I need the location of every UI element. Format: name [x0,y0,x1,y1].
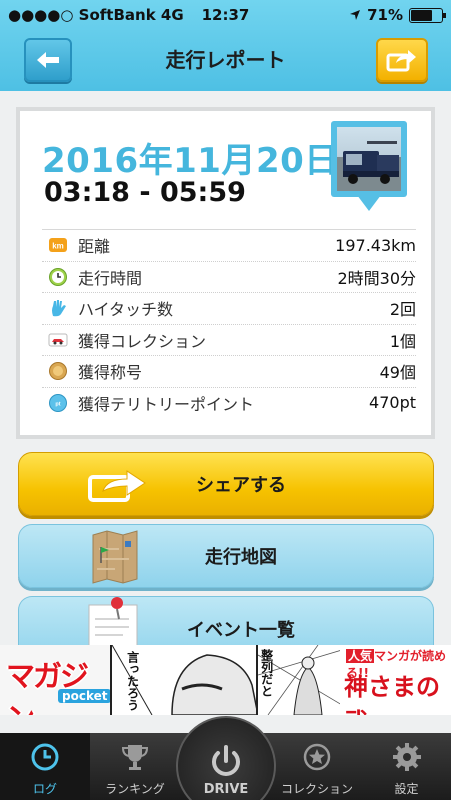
stat-label: 獲得テリトリーポイント [78,394,255,414]
stat-value: 1個 [389,331,416,351]
drive-map-button[interactable]: 走行地図 [18,524,434,588]
tab-settings[interactable]: 設定 [362,733,451,800]
stat-value: 197.43km [335,235,416,255]
ad-title: 神さまの弐 [344,673,440,715]
share-button[interactable]: シェアする [18,452,434,516]
stats-list: km 距離 197.43km 走行時間 2時間30分 ハイタッチ数 2回 獲得コ… [42,229,416,418]
share-button-label: シェアする [196,475,286,496]
nav-header: ●●●●○ SoftBank 4G 12:37 71% 走行レポート [0,0,451,91]
status-bar: ●●●●○ SoftBank 4G 12:37 71% [0,0,451,30]
pin-pointer [357,195,381,211]
share-header-button[interactable] [376,38,428,82]
stat-row-distance: km 距離 197.43km [42,229,416,261]
battery-fill [411,9,432,21]
drive-label: DRIVE [203,782,249,797]
stat-label: ハイタッチ数 [78,300,174,320]
report-time-range: 03:18 - 05:59 [44,177,246,208]
medal-icon [49,362,67,381]
gear-icon [392,743,421,771]
report-date: 2016年11月20日 [42,141,339,181]
star-icon [303,743,331,771]
ad-tag-manga: マンガ [374,649,411,663]
high-five-icon [52,300,66,317]
ad-logo-sub: pocket [58,689,112,703]
svg-text:km: km [52,242,64,251]
manga-speech-1: 言ったろう [125,651,140,711]
tab-settings-label: 設定 [394,782,419,796]
stat-row-high-five: ハイタッチ数 2回 [42,292,416,324]
stat-value: 470pt [369,393,416,413]
battery-icon [409,7,446,23]
kamisama-ad: 人気マンガが読める!! 神さまの弐 [340,645,451,715]
battery-percent: 71% [367,6,403,24]
ad-tag-popular: 人気 [346,649,375,663]
tab-collection-label: コレクション [280,782,353,796]
stat-row-titles: 獲得称号 49個 [42,355,416,387]
car-collection-icon [48,333,68,347]
vehicle-photo-pin[interactable] [331,121,407,219]
manga-panel-2: 整列だと [256,645,340,715]
tab-log-label: ログ [32,782,57,796]
territory-point-icon: pt [49,393,67,412]
photo-frame [331,121,407,197]
svg-text:pt: pt [55,401,60,407]
ad-banner[interactable]: マガジン pocket 言ったろう 整列だと 人気マンガが読める!! 神さまの弐 [0,645,451,715]
tab-ranking-label: ランキング [105,782,165,796]
location-arrow-icon [350,10,361,20]
stat-value: 2時間30分 [337,268,416,288]
tab-collection[interactable]: コレクション [272,733,362,800]
manga-speech-2: 整列だと [259,649,274,697]
vehicle-photo [337,127,401,191]
battery-indicator: 71% [349,6,446,24]
clock-icon [49,267,67,286]
power-icon [212,745,240,776]
clock-icon [31,743,59,771]
tab-log[interactable]: ログ [0,733,90,800]
km-icon: km [49,238,67,253]
stat-row-collection: 獲得コレクション 1個 [42,323,416,356]
stat-value: 49個 [379,363,416,383]
stat-label: 獲得コレクション [78,331,207,351]
share-icon [386,50,416,72]
stat-label: 走行時間 [78,268,143,288]
event-list-label: イベント一覧 [187,620,295,641]
truck-image [337,141,401,191]
stat-label: 距離 [78,237,111,257]
tab-ranking[interactable]: ランキング [90,733,180,800]
stat-label: 獲得称号 [78,363,143,383]
stat-row-territory-points: pt 獲得テリトリーポイント 470pt [42,386,416,419]
magazine-pocket-logo: マガジン pocket [0,645,112,715]
drive-button[interactable]: DRIVE [176,716,276,800]
stat-row-drive-time: 走行時間 2時間30分 [42,260,416,293]
drive-map-label: 走行地図 [205,547,277,568]
stat-value: 2回 [389,300,416,320]
report-card: 2016年11月20日 03:18 - 05:59 km 距離 197.43km… [16,107,435,439]
trophy-icon [121,745,149,770]
manga-panel-1: 言ったろう [110,645,256,715]
ad-logo-text: マガジン [6,659,89,715]
